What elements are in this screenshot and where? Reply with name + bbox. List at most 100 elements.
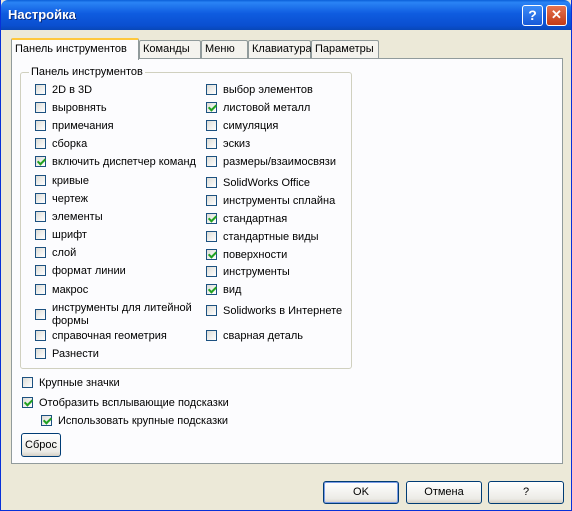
tab-5[interactable]: Параметры (311, 40, 379, 58)
toolbar-checkbox-right-13[interactable]: Solidworks в Интернете (206, 305, 342, 317)
checkbox-box[interactable] (22, 377, 33, 388)
checkbox-box[interactable] (206, 177, 217, 188)
toolbars-group-legend: Панель инструментов (29, 66, 145, 78)
checkbox-label: эскиз (223, 138, 251, 150)
close-icon[interactable]: ✕ (546, 5, 567, 26)
checkbox-box[interactable] (41, 415, 52, 426)
tab-2[interactable]: Команды (139, 40, 201, 58)
checkbox-box[interactable] (206, 84, 217, 95)
toolbar-checkbox-left-11[interactable]: формат линии (35, 265, 126, 277)
checkbox-box[interactable] (206, 120, 217, 131)
large-icons-checkbox[interactable]: Крупные значки (22, 377, 120, 389)
checkbox-box[interactable] (35, 229, 46, 240)
toolbar-checkbox-left-10[interactable]: слой (35, 247, 76, 259)
checkbox-label: SolidWorks Office (223, 177, 311, 189)
toolbar-checkbox-left-2[interactable]: выровнять (35, 102, 107, 114)
toolbar-checkbox-left-7[interactable]: чертеж (35, 193, 88, 205)
toolbar-checkbox-right-8[interactable]: стандартная (206, 213, 287, 225)
help-icon[interactable]: ? (522, 5, 543, 26)
checkbox-label: справочная геометрия (52, 330, 167, 342)
checkbox-label: Разнести (52, 348, 99, 360)
checkbox-box[interactable] (206, 266, 217, 277)
checkbox-box[interactable] (206, 102, 217, 113)
toolbar-checkbox-left-15[interactable]: Разнести (35, 348, 99, 360)
checkbox-box[interactable] (35, 330, 46, 341)
toolbar-checkbox-left-1[interactable]: 2D в 3D (35, 84, 92, 96)
checkbox-box[interactable] (35, 193, 46, 204)
show-tooltips-checkbox[interactable]: Отобразить всплывающие подсказки (22, 397, 229, 409)
toolbar-checkbox-left-4[interactable]: сборка (35, 138, 87, 150)
toolbar-checkbox-left-3[interactable]: примечания (35, 120, 114, 132)
checkbox-box[interactable] (35, 102, 46, 113)
checkbox-box[interactable] (35, 309, 46, 320)
help-button[interactable]: ? (488, 481, 564, 504)
toolbar-checkbox-left-12[interactable]: макрос (35, 284, 88, 296)
checkbox-box[interactable] (206, 249, 217, 260)
toolbar-checkbox-right-3[interactable]: симуляция (206, 120, 278, 132)
checkbox-box[interactable] (206, 195, 217, 206)
toolbar-checkbox-left-6[interactable]: кривые (35, 175, 89, 187)
toolbar-checkbox-right-5[interactable]: размеры/взаимосвязи (206, 156, 336, 168)
checkbox-label: Solidworks в Интернете (223, 305, 343, 317)
window-title: Настройка (8, 7, 76, 22)
tab-4[interactable]: Клавиатура (248, 40, 312, 58)
toolbar-checkbox-left-5[interactable]: включить диспетчер команд (35, 156, 196, 168)
tab-3[interactable]: Меню (201, 40, 248, 58)
checkbox-box[interactable] (35, 175, 46, 186)
toolbar-checkbox-right-12[interactable]: вид (206, 284, 241, 296)
toolbar-checkbox-right-2[interactable]: листовой металл (206, 102, 310, 114)
checkbox-label: инструменты сплайна (223, 195, 336, 207)
large-tooltips-checkbox[interactable]: Использовать крупные подсказки (41, 415, 228, 427)
large-tooltips-label: Использовать крупные подсказки (58, 415, 229, 427)
toolbar-checkbox-right-4[interactable]: эскиз (206, 138, 250, 150)
checkbox-label: включить диспетчер команд (52, 156, 196, 168)
toolbar-checkbox-right-10[interactable]: поверхности (206, 249, 287, 261)
checkbox-label: стандартная (223, 213, 288, 225)
checkbox-label: размеры/взаимосвязи (223, 156, 336, 168)
toolbar-checkbox-left-14[interactable]: справочная геометрия (35, 330, 167, 342)
checkbox-label: примечания (52, 120, 114, 132)
reset-button[interactable]: Сброс (21, 433, 61, 457)
checkbox-box[interactable] (206, 284, 217, 295)
checkbox-box[interactable] (22, 397, 33, 408)
checkbox-box[interactable] (35, 247, 46, 258)
checkbox-box[interactable] (35, 138, 46, 149)
checkbox-box[interactable] (206, 330, 217, 341)
toolbar-checkbox-left-13[interactable]: инструменты для литейной формы (35, 302, 202, 328)
checkbox-label: шрифт (52, 229, 87, 241)
checkbox-box[interactable] (206, 156, 217, 167)
checkbox-label: инструменты (223, 266, 290, 278)
checkbox-label: вид (223, 284, 242, 296)
checkbox-label: чертеж (52, 193, 88, 205)
checkbox-label: инструменты для литейной формы (52, 302, 192, 327)
cancel-button[interactable]: Отмена (406, 481, 482, 504)
toolbar-checkbox-right-6[interactable]: SolidWorks Office (206, 177, 310, 189)
checkbox-box[interactable] (35, 156, 46, 167)
checkbox-label: 2D в 3D (52, 84, 93, 96)
ok-button[interactable]: OK (323, 481, 399, 504)
title-bar[interactable]: Настройка ? ✕ (1, 0, 571, 30)
checkbox-box[interactable] (35, 284, 46, 295)
checkbox-box[interactable] (35, 84, 46, 95)
tab-1[interactable]: Панель инструментов (11, 38, 139, 60)
toolbar-checkbox-left-9[interactable]: шрифт (35, 229, 87, 241)
checkbox-label: сборка (52, 138, 88, 150)
checkbox-label: симуляция (223, 120, 279, 132)
checkbox-box[interactable] (206, 213, 217, 224)
checkbox-box[interactable] (35, 211, 46, 222)
checkbox-box[interactable] (35, 348, 46, 359)
toolbar-checkbox-right-11[interactable]: инструменты (206, 266, 290, 278)
toolbar-checkbox-right-1[interactable]: выбор элементов (206, 84, 313, 96)
checkbox-box[interactable] (206, 231, 217, 242)
toolbar-checkbox-right-9[interactable]: стандартные виды (206, 231, 319, 243)
large-icons-label: Крупные значки (39, 377, 120, 389)
checkbox-label: кривые (52, 175, 89, 187)
checkbox-box[interactable] (206, 305, 217, 316)
toolbar-checkbox-left-8[interactable]: элементы (35, 211, 103, 223)
checkbox-box[interactable] (35, 265, 46, 276)
checkbox-box[interactable] (35, 120, 46, 131)
toolbar-checkbox-right-7[interactable]: инструменты сплайна (206, 195, 335, 207)
toolbar-checkbox-right-14[interactable]: сварная деталь (206, 330, 303, 342)
checkbox-label: элементы (52, 211, 103, 223)
checkbox-box[interactable] (206, 138, 217, 149)
